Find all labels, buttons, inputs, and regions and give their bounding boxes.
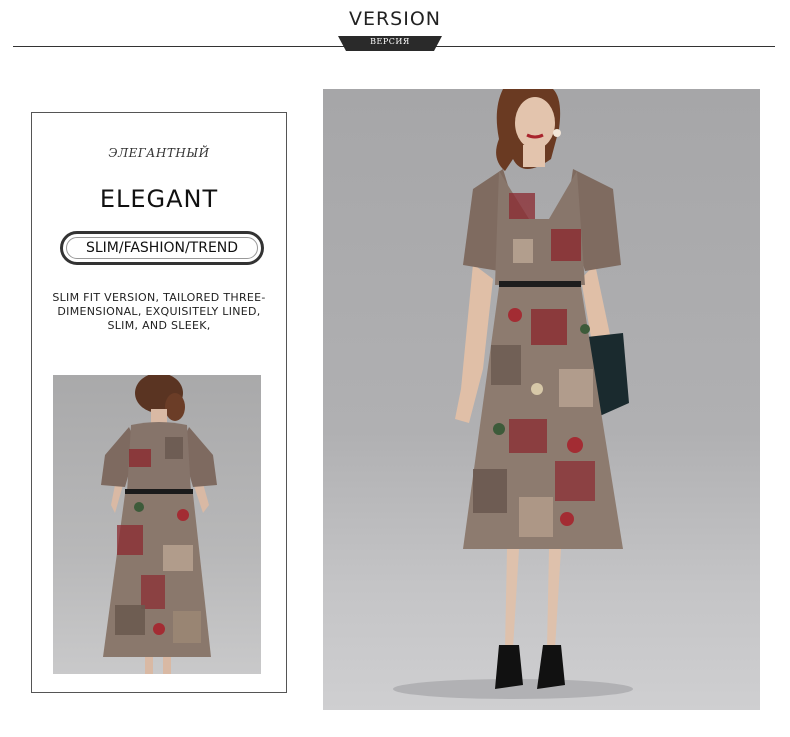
card-subtitle: ЭЛЕГАНТНЫЙ	[108, 146, 210, 160]
tagline-badge: SLIM/FASHION/TREND	[60, 231, 264, 265]
description-line: SLIM FIT VERSION, TAILORED THREE-	[52, 291, 266, 304]
card-title: ELEGANT	[99, 185, 219, 213]
description-line: DIMENSIONAL, EXQUISITELY LINED,	[57, 305, 261, 318]
tagline-badge-inner-border	[66, 237, 258, 259]
back-view-illustration	[101, 375, 217, 674]
section-title: VERSION	[348, 8, 442, 30]
header-ribbon: ВЕРСИЯ	[338, 36, 442, 51]
description-line: SLIM, AND SLEEK,	[107, 319, 211, 332]
description: SLIM FIT VERSION, TAILORED THREE- DIMENS…	[40, 291, 278, 333]
feature-card: ЭЛЕГАНТНЫЙ ELEGANT SLIM/FASHION/TREND SL…	[31, 112, 287, 693]
ribbon-label: ВЕРСИЯ	[370, 37, 410, 46]
front-view-illustration	[393, 89, 633, 699]
back-view-photo	[53, 375, 261, 674]
front-view-photo	[323, 89, 760, 710]
